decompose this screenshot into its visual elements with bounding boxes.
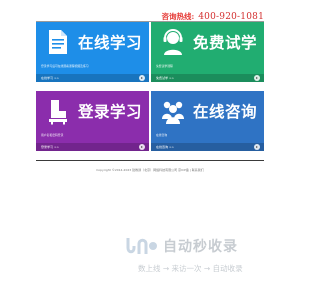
arrow-right-icon[interactable] xyxy=(139,75,145,81)
tile-description: 在线咨询 xyxy=(156,133,168,137)
tile-description: 登录学习后可在线观看课程视频及练习 xyxy=(41,64,89,68)
tile-footer: 登录学习 >> xyxy=(36,143,149,151)
tile-footer-link[interactable]: 在线咨询 >> xyxy=(156,145,174,149)
tile-title: 免费试学 xyxy=(193,34,258,52)
brand-tagline: 数上线 → 来访一次 → 自动收录 xyxy=(138,264,243,273)
arrow-right-icon[interactable] xyxy=(139,144,145,150)
tile-footer: 免费试学 >> xyxy=(151,74,264,82)
tile-login-learning[interactable]: 登录学习 用户名和密码登录 登录学习 >> xyxy=(36,91,149,151)
headset-user-icon xyxy=(163,29,183,55)
arrow-right-icon[interactable] xyxy=(254,75,260,81)
tile-online-consult[interactable]: 在线咨询 在线咨询 在线咨询 >> xyxy=(151,91,264,151)
tile-footer-link[interactable]: 免费试学 >> xyxy=(156,76,174,80)
tile-online-learning[interactable]: 在线学习 登录学习后可在线观看课程视频及练习 在线学习 >> xyxy=(36,22,149,82)
tile-free-trial[interactable]: 免费试学 免费试学课程 免费试学 >> xyxy=(151,22,264,82)
brand-logo-icon xyxy=(126,238,157,254)
tile-title: 在线学习 xyxy=(78,34,143,52)
arrow-right-icon[interactable] xyxy=(254,144,260,150)
tile-description: 免费试学课程 xyxy=(156,64,173,68)
tile-footer-link[interactable]: 在线学习 >> xyxy=(41,76,59,80)
tile-description: 用户名和密码登录 xyxy=(41,133,64,137)
people-group-icon xyxy=(162,101,184,124)
tile-footer: 在线咨询 >> xyxy=(151,143,264,151)
footer-divider xyxy=(36,160,264,161)
login-chair-icon xyxy=(49,100,67,125)
copyright-text: Copyright ©2014-2023 建教通（北京）网络科技有限公司 京IC… xyxy=(96,168,204,172)
brand-name: 自动秒收录 xyxy=(163,239,238,255)
tile-title: 登录学习 xyxy=(78,103,143,121)
tile-footer-link[interactable]: 登录学习 >> xyxy=(41,145,59,149)
watermark-brand: 自动秒收录 xyxy=(124,236,238,256)
tile-title: 在线咨询 xyxy=(193,103,258,121)
document-icon xyxy=(49,30,67,54)
tile-footer: 在线学习 >> xyxy=(36,74,149,82)
